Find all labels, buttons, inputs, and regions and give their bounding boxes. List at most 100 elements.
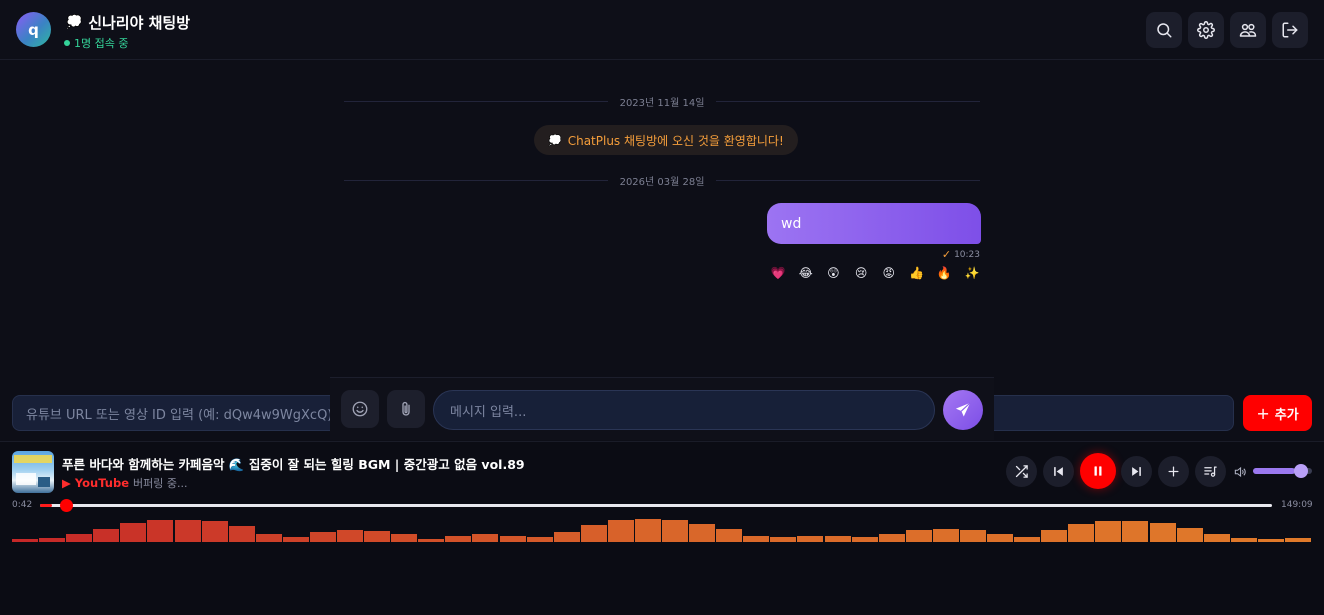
visualizer-bar bbox=[553, 531, 580, 542]
visualizer-bar bbox=[201, 521, 228, 542]
settings-button[interactable] bbox=[1188, 12, 1224, 48]
visualizer-bar bbox=[147, 519, 174, 542]
plus-icon: + bbox=[1256, 403, 1270, 423]
welcome-text: ChatPlus 채팅방에 오신 것을 환영합니다! bbox=[567, 133, 784, 148]
visualizer-bar bbox=[905, 530, 932, 542]
leave-room-button[interactable] bbox=[1272, 12, 1308, 48]
visualizer-bar bbox=[878, 534, 905, 542]
visualizer-bar bbox=[1257, 538, 1284, 542]
pause-button[interactable] bbox=[1080, 453, 1116, 489]
reaction-laugh-icon[interactable]: 😂 bbox=[796, 266, 816, 280]
date-separator: 2023년 11월 14일 bbox=[344, 94, 981, 109]
visualizer-bar bbox=[445, 535, 472, 542]
own-message-bubble[interactable]: wd bbox=[767, 203, 981, 244]
users-icon bbox=[1239, 23, 1257, 37]
current-time: 0:42 bbox=[12, 500, 33, 510]
video-thumbnail[interactable] bbox=[12, 451, 54, 493]
visualizer-bar bbox=[743, 535, 770, 542]
divider-line bbox=[344, 100, 608, 102]
total-time: 149:09 bbox=[1281, 500, 1313, 510]
send-button[interactable] bbox=[943, 390, 983, 430]
date-separator: 2026년 03월 28일 bbox=[344, 173, 981, 188]
visualizer-bar bbox=[1095, 520, 1122, 542]
add-video-button[interactable]: + 추가 bbox=[1243, 395, 1312, 431]
visualizer-bar bbox=[689, 523, 716, 542]
visualizer-bar bbox=[472, 534, 499, 542]
emoji-button[interactable] bbox=[341, 390, 379, 428]
pause-icon bbox=[1094, 466, 1102, 476]
youtube-label: ▶ YouTube bbox=[62, 476, 130, 490]
read-check-icon: ✓ bbox=[941, 248, 952, 261]
progress-knob[interactable] bbox=[60, 499, 74, 512]
progress-bar[interactable] bbox=[40, 499, 1272, 512]
skip-back-icon bbox=[1054, 467, 1063, 476]
visualizer-bar bbox=[1284, 538, 1311, 542]
visualizer-bar bbox=[1122, 520, 1149, 542]
music-player: 푸른 바다와 함께하는 카페음악 🌊 집중이 잘 되는 힐링 BGM | 중간광… bbox=[0, 441, 1324, 615]
chat-header: q 💭 신나리야 채팅방 1명 접속 중 bbox=[0, 0, 1324, 60]
visualizer-bar bbox=[499, 535, 526, 542]
volume-knob[interactable] bbox=[1294, 464, 1309, 478]
track-source: ▶ YouTube 버퍼링 중... bbox=[62, 475, 187, 491]
volume-fill bbox=[1253, 468, 1296, 474]
reaction-surprised-icon[interactable]: 😲 bbox=[823, 266, 843, 280]
visualizer-bar bbox=[824, 535, 851, 542]
next-button[interactable] bbox=[1121, 456, 1152, 487]
reaction-angry-icon[interactable]: 😡 bbox=[879, 266, 899, 280]
visualizer-bar bbox=[662, 519, 689, 542]
date-label: 2023년 11월 14일 bbox=[619, 97, 705, 109]
date-label: 2026년 03월 28일 bbox=[619, 176, 705, 188]
gear-icon bbox=[1197, 21, 1215, 39]
visualizer-bar bbox=[282, 536, 309, 542]
reaction-sad-icon[interactable]: 😢 bbox=[851, 266, 871, 280]
audio-visualizer bbox=[12, 516, 1312, 542]
visualizer-bar bbox=[120, 523, 147, 542]
visualizer-bar bbox=[93, 529, 120, 542]
volume-slider[interactable] bbox=[1253, 464, 1312, 478]
add-to-playlist-button[interactable] bbox=[1158, 456, 1189, 487]
progress-fill bbox=[40, 504, 53, 507]
logout-icon bbox=[1282, 22, 1298, 38]
playlist-button[interactable] bbox=[1195, 456, 1226, 487]
members-button[interactable] bbox=[1230, 12, 1266, 48]
reaction-thumbs-up-icon[interactable]: 👍 bbox=[907, 266, 927, 280]
online-dot-icon bbox=[64, 40, 70, 46]
room-name: 신나리야 채팅방 bbox=[88, 13, 191, 32]
shuffle-icon bbox=[1015, 465, 1028, 478]
visualizer-bar bbox=[418, 539, 445, 542]
visualizer-bar bbox=[1014, 536, 1041, 542]
reaction-sparkles-icon[interactable]: ✨ bbox=[962, 266, 982, 280]
visualizer-bar bbox=[1203, 533, 1230, 542]
visualizer-bar bbox=[309, 531, 336, 542]
reaction-heart-icon[interactable]: 💗 bbox=[768, 266, 788, 280]
reaction-fire-icon[interactable]: 🔥 bbox=[934, 266, 954, 280]
visualizer-bar bbox=[1041, 530, 1068, 542]
volume-icon[interactable] bbox=[1233, 464, 1247, 478]
divider-line bbox=[344, 179, 608, 181]
online-status: 1명 접속 중 bbox=[64, 35, 128, 51]
plus-icon bbox=[1168, 466, 1179, 477]
visualizer-bar bbox=[1230, 538, 1257, 542]
avatar-letter: q bbox=[28, 20, 39, 39]
search-icon bbox=[1157, 23, 1172, 38]
message-input[interactable]: 메시지 입력... bbox=[433, 390, 935, 430]
message-time: 10:23 bbox=[954, 249, 980, 260]
visualizer-bar bbox=[364, 531, 391, 542]
room-avatar[interactable]: q bbox=[16, 12, 51, 47]
previous-button[interactable] bbox=[1043, 456, 1074, 487]
visualizer-bar bbox=[526, 536, 553, 542]
search-button[interactable] bbox=[1146, 12, 1182, 48]
attach-button[interactable] bbox=[387, 390, 425, 428]
thought-bubble-icon: 💭 bbox=[66, 14, 83, 30]
paper-plane-icon bbox=[955, 402, 971, 417]
visualizer-bar bbox=[66, 534, 93, 542]
message-meta: ✓ 10:23 bbox=[930, 248, 980, 261]
visualizer-bar bbox=[1149, 523, 1176, 542]
visualizer-bar bbox=[607, 519, 634, 542]
online-count: 1명 접속 중 bbox=[74, 37, 129, 50]
chat-messages[interactable]: 2023년 11월 14일 💭 ChatPlus 채팅방에 오신 것을 환영합니… bbox=[330, 60, 994, 378]
visualizer-bar bbox=[770, 536, 797, 542]
visualizer-bar bbox=[797, 535, 824, 542]
visualizer-bar bbox=[1068, 523, 1095, 542]
shuffle-button[interactable] bbox=[1006, 456, 1037, 487]
